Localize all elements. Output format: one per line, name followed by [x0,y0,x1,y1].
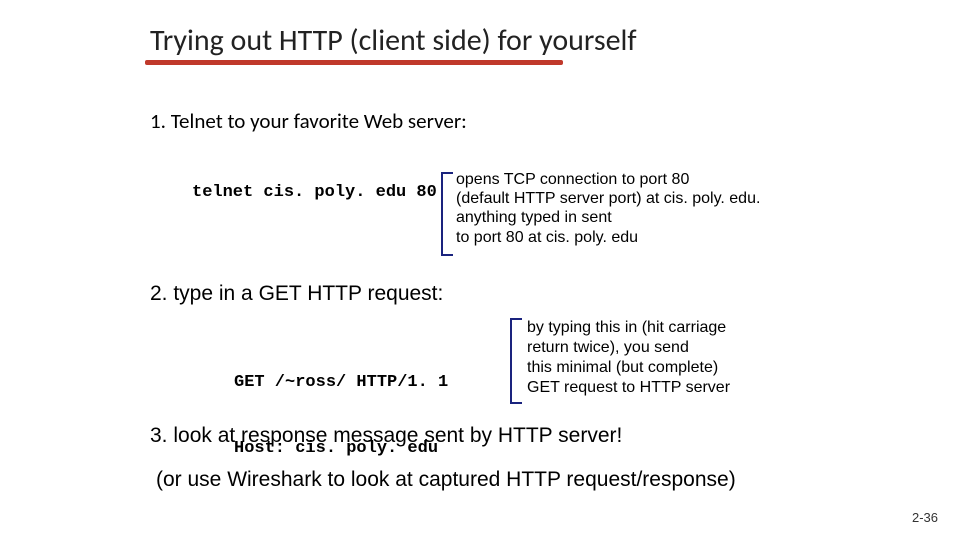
slide: Trying out HTTP (client side) for yourse… [0,0,960,540]
step-3-text: 3. look at response message sent by HTTP… [150,424,622,448]
code-line: GET /~ross/ HTTP/1. 1 [234,372,448,394]
note-1-line: opens TCP connection to port 80 [456,170,816,189]
bracket-icon [510,318,522,404]
step-1-text: 1. Telnet to your favorite Web server: [150,108,467,134]
note-1: opens TCP connection to port 80 (default… [456,170,816,247]
note-1-line: to port 80 at cis. poly. edu [456,228,816,247]
title-underline [145,60,563,65]
note-1-line: (default HTTP server port) at cis. poly.… [456,189,816,208]
note-2-line: GET request to HTTP server [527,378,797,398]
note-1-line: anything typed in sent [456,208,816,227]
wireshark-note: (or use Wireshark to look at captured HT… [156,468,736,492]
note-2-line: this minimal (but complete) [527,358,797,378]
telnet-command: telnet cis. poly. edu 80 [192,183,437,202]
slide-title: Trying out HTTP (client side) for yourse… [150,22,637,59]
note-2-line: return twice), you send [527,338,797,358]
note-2-line: by typing this in (hit carriage [527,318,797,338]
slide-number: 2-36 [912,510,938,525]
bracket-icon [441,172,453,256]
note-2: by typing this in (hit carriage return t… [527,318,797,398]
step-2-text: 2. type in a GET HTTP request: [150,282,443,306]
